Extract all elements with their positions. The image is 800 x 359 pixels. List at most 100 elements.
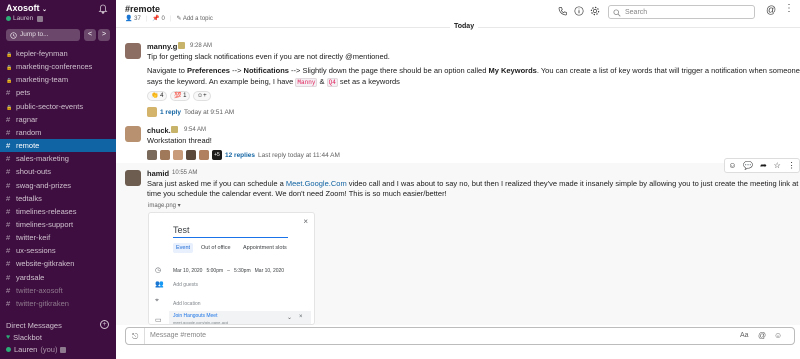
sidebar-item-tedtalks[interactable]: # tedtalks: [0, 192, 116, 205]
history-forward-button[interactable]: >: [98, 29, 110, 41]
channel-title[interactable]: #remote: [125, 4, 160, 14]
add-location: Add location: [173, 301, 201, 307]
message-author[interactable]: hamid: [147, 169, 169, 178]
message-composer[interactable]: ⎋ Message #remote Aa @ ☺: [125, 327, 795, 345]
sidebar-item-label: twitter-gitkraken: [16, 298, 69, 308]
sidebar-item-label: yardsale: [16, 272, 45, 282]
direct-messages-header[interactable]: Direct Messages: [6, 321, 62, 330]
message-text: time you schedule the calendar event. We…: [147, 189, 447, 198]
message-author[interactable]: manny.g: [147, 42, 177, 51]
add-reaction-icon[interactable]: ☺: [728, 161, 736, 170]
message-text: says the keyword. An example being, I ha…: [147, 77, 400, 87]
event-title: Test: [173, 225, 190, 235]
inline-code: Q4: [326, 78, 338, 87]
sidebar-item-kepler-feynman[interactable]: 🔒 kepler-feynman: [0, 47, 116, 60]
history-back-button[interactable]: <: [84, 29, 96, 41]
sidebar-item-label: marketing-conferences: [16, 62, 93, 72]
more-actions-icon[interactable]: ⋮: [788, 161, 796, 170]
thread-replies[interactable]: +5 12 replies Last reply today at 11:44 …: [147, 150, 340, 160]
message-timestamp[interactable]: 9:54 AM: [184, 127, 206, 133]
calendar-screenshot-image[interactable]: × Test Event Out of office Appointment s…: [148, 212, 315, 325]
message-timestamp[interactable]: 10:55 AM: [172, 170, 197, 176]
channel-meta: 👤 37 | 📌 0 | ✎ Add a topic: [125, 15, 213, 23]
bookmark-icon[interactable]: ☆: [774, 161, 781, 170]
more-vertical-icon[interactable]: ⋮: [784, 3, 794, 14]
sidebar-item-twitter-axosoft[interactable]: # twitter-axosoft: [0, 284, 116, 297]
avatar[interactable]: [125, 170, 141, 186]
reaction-100[interactable]: 💯 1: [170, 91, 191, 101]
sidebar-item-remote[interactable]: # remote: [0, 139, 116, 153]
gear-icon[interactable]: [590, 6, 600, 16]
status-emoji-icon: [178, 42, 185, 49]
meet-link[interactable]: Meet.Google.Com: [286, 179, 347, 188]
hash-icon: #: [6, 285, 11, 295]
message-timestamp[interactable]: 9:28 AM: [190, 43, 212, 49]
jump-to-button[interactable]: Jump to...: [6, 29, 80, 41]
sidebar: Axosoft ⌄ Lauren Jump to... < > 🔒 kepler-…: [0, 0, 116, 359]
hash-icon: #: [6, 233, 11, 243]
tab-appointment-slots: Appointment slots: [243, 245, 287, 251]
sidebar-item-pets[interactable]: # pets: [0, 86, 116, 99]
sidebar-item-twitter-gitkraken[interactable]: # twitter-gitkraken: [0, 297, 116, 310]
sidebar-item-ragnar[interactable]: # ragnar: [0, 113, 116, 126]
hash-icon: #: [6, 127, 11, 137]
pinned-count[interactable]: 📌 0: [152, 15, 164, 22]
reply-thread-icon[interactable]: 💬: [743, 161, 753, 170]
workspace-name[interactable]: Axosoft ⌄: [6, 3, 47, 13]
format-toggle-button[interactable]: Aa: [740, 332, 749, 339]
chevron-down-icon: ⌄: [287, 315, 293, 321]
phone-icon[interactable]: [558, 6, 568, 16]
sidebar-item-public-sector-events[interactable]: 🔒 public-sector-events: [0, 100, 116, 113]
sidebar-item-timelines-releases[interactable]: # timelines-releases: [0, 205, 116, 218]
sidebar-item-swag-and-prizes[interactable]: # swag-and-prizes: [0, 179, 116, 192]
sidebar-item-shout-outs[interactable]: # shout-outs: [0, 165, 116, 178]
sidebar-item-label: timelines-support: [16, 219, 74, 229]
sidebar-item-sales-marketing[interactable]: # sales-marketing: [0, 152, 116, 165]
add-guests: Add guests: [173, 282, 199, 288]
reaction-clap[interactable]: 👏 4: [147, 91, 168, 101]
sidebar-item-random[interactable]: # random: [0, 126, 116, 139]
sidebar-item-timelines-support[interactable]: # timelines-support: [0, 218, 116, 231]
avatar[interactable]: [125, 43, 141, 59]
location-icon: ⌖: [155, 297, 159, 304]
avatar[interactable]: [125, 126, 141, 142]
close-icon: ×: [299, 314, 303, 320]
sidebar-item-label: public-sector-events: [16, 101, 84, 111]
message-text: Tip for getting slack notifications even…: [147, 52, 390, 61]
info-icon[interactable]: [574, 6, 584, 16]
members-count[interactable]: 👤 37: [125, 15, 141, 22]
avatar: [173, 150, 183, 160]
avatar: [147, 107, 157, 117]
mention-icon[interactable]: @: [758, 331, 766, 340]
presence-dot: [6, 347, 11, 352]
clock-icon: [10, 32, 17, 39]
add-topic-link[interactable]: ✎ Add a topic: [176, 15, 212, 22]
sidebar-item-yardsale[interactable]: # yardsale: [0, 271, 116, 284]
message-author[interactable]: chuck.: [147, 126, 171, 135]
add-reaction-button[interactable]: ☺+: [193, 91, 211, 101]
workspace-user[interactable]: Lauren: [6, 15, 44, 22]
share-icon[interactable]: ➦: [760, 161, 767, 170]
emoji-icon[interactable]: ☺: [774, 331, 782, 340]
replies-link[interactable]: 1 reply: [160, 109, 181, 116]
sidebar-item-ux-sessions[interactable]: # ux-sessions: [0, 244, 116, 257]
add-dm-button[interactable]: +: [100, 320, 109, 329]
sidebar-item-label: twitter-keif: [16, 233, 51, 243]
thread-replies[interactable]: 1 reply Today at 9:51 AM: [147, 107, 234, 117]
hash-icon: #: [6, 167, 11, 177]
replies-link[interactable]: 12 replies: [225, 152, 255, 159]
image-filename[interactable]: image.png ▾: [148, 202, 181, 209]
hash-icon: #: [6, 154, 11, 164]
bell-icon[interactable]: [98, 4, 108, 14]
sidebar-item-website-gitkraken[interactable]: # website-gitkraken: [0, 257, 116, 270]
mentions-icon[interactable]: @: [766, 5, 776, 16]
sidebar-item-marketing-team[interactable]: 🔒 marketing-team: [0, 73, 116, 86]
dm-slackbot[interactable]: ♥ Slackbot: [6, 333, 42, 342]
day-divider[interactable]: Today: [450, 23, 479, 30]
sidebar-item-marketing-conferences[interactable]: 🔒 marketing-conferences: [0, 60, 116, 73]
message-input[interactable]: Message #remote: [150, 332, 206, 339]
dm-self[interactable]: Lauren (you): [6, 345, 67, 354]
search-input[interactable]: Search: [608, 5, 755, 19]
sidebar-item-label: tedtalks: [16, 193, 42, 203]
sidebar-item-twitter-keif[interactable]: # twitter-keif: [0, 231, 116, 244]
